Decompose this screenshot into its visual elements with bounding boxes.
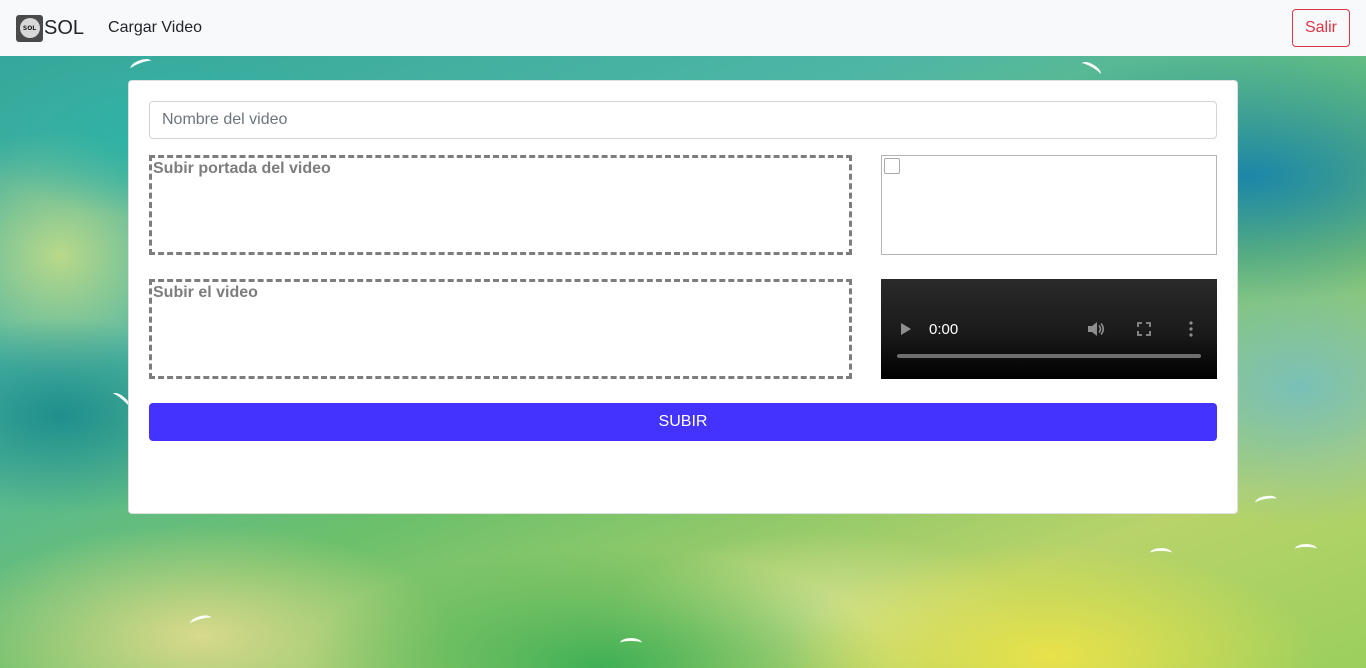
- video-upload-dropzone[interactable]: Subir el video: [149, 279, 852, 379]
- bird-decoration: [620, 638, 642, 648]
- play-icon[interactable]: [901, 323, 911, 335]
- upload-card: Subir portada del video Subir el video 0…: [128, 80, 1238, 514]
- cover-upload-dropzone[interactable]: Subir portada del video: [149, 155, 852, 255]
- video-player[interactable]: 0:00: [881, 279, 1217, 379]
- bird-decoration: [1254, 494, 1278, 508]
- sol-logo: SOL: [16, 14, 43, 42]
- video-upload-label: Subir el video: [153, 284, 258, 301]
- bird-decoration: [1078, 59, 1104, 79]
- navbar: SOL SOL Cargar Video Salir: [0, 0, 1366, 56]
- bird-decoration: [1295, 544, 1317, 554]
- logo-text: SOL: [19, 18, 40, 38]
- bird-decoration: [189, 613, 213, 629]
- logout-button[interactable]: Salir: [1292, 9, 1350, 47]
- brand-link[interactable]: SOL SOL: [16, 14, 85, 42]
- video-name-input[interactable]: [149, 101, 1217, 139]
- more-vertical-icon[interactable]: [1189, 321, 1193, 337]
- cover-upload-label: Subir portada del video: [153, 160, 331, 177]
- video-progress-bar[interactable]: [897, 354, 1201, 358]
- bird-decoration: [128, 56, 154, 74]
- cover-preview-image: [881, 155, 1217, 255]
- fullscreen-icon[interactable]: [1137, 322, 1151, 336]
- volume-icon[interactable]: [1087, 321, 1105, 337]
- submit-button[interactable]: SUBIR: [149, 403, 1217, 441]
- nav-link-cargar-video[interactable]: Cargar Video: [108, 19, 202, 37]
- brand-name: SOL: [44, 16, 85, 39]
- broken-image-icon: [884, 158, 900, 174]
- bird-decoration: [1150, 548, 1172, 558]
- video-time: 0:00: [929, 321, 959, 338]
